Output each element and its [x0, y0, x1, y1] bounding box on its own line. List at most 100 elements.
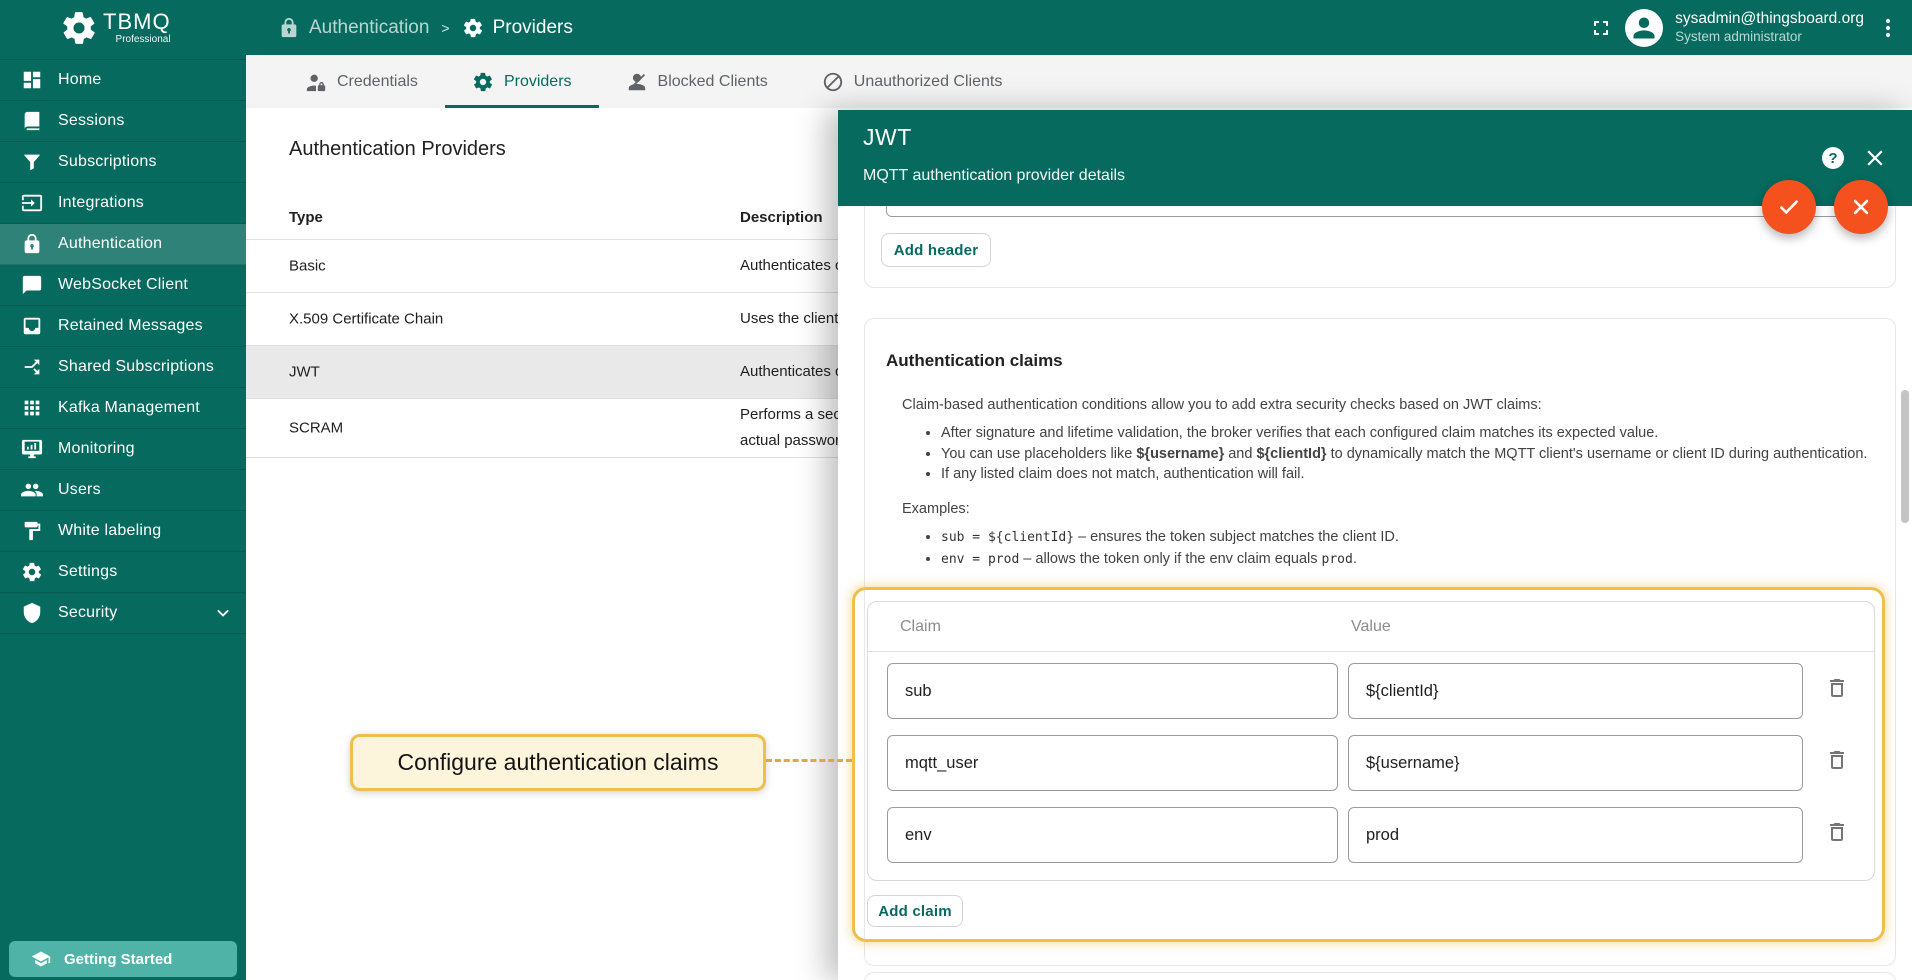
sidebar-item-home[interactable]: Home	[0, 60, 246, 101]
cell-description: Performs a secactual passwor	[740, 402, 841, 454]
user-role: System administrator	[1675, 29, 1864, 46]
trash-icon	[1825, 676, 1849, 700]
chat-icon	[21, 274, 43, 296]
book-icon	[21, 110, 43, 132]
cell-description: Authenticates c	[740, 253, 843, 279]
sidebar-item-security[interactable]: Security	[0, 593, 246, 634]
sidebar-item-label: Kafka Management	[58, 399, 200, 417]
close-drawer-button[interactable]	[1862, 145, 1888, 171]
user-email: sysadmin@thingsboard.org	[1675, 9, 1864, 28]
drawer-subtitle: MQTT authentication provider details	[863, 167, 1125, 185]
help-icon: ?	[1828, 150, 1837, 167]
header-field-partial[interactable]	[886, 206, 1886, 217]
value-input[interactable]	[1348, 735, 1803, 791]
value-input[interactable]	[1348, 807, 1803, 863]
headers-card: Add header	[864, 206, 1896, 288]
tbmq-logo-icon	[60, 9, 98, 47]
add-header-button[interactable]: Add header	[881, 233, 991, 267]
claim-input[interactable]	[887, 663, 1338, 719]
sidebar-item-settings[interactable]: Settings	[0, 552, 246, 593]
claims-section-heading: Authentication claims	[886, 351, 1063, 371]
tab-unauthorized-clients[interactable]: Unauthorized Clients	[795, 55, 1030, 108]
tab-blocked-clients[interactable]: Blocked Clients	[599, 55, 795, 108]
sidebar-item-label: Monitoring	[58, 440, 135, 458]
person-lock-icon	[305, 71, 327, 93]
claims-highlight-ring: Claim Value	[852, 587, 1885, 942]
shield-icon	[21, 602, 43, 624]
claims-bullet: You can use placeholders like ${username…	[941, 444, 1867, 465]
authentication-claims-card: Authentication claims Claim-based authen…	[864, 318, 1896, 966]
discard-changes-button[interactable]	[1834, 180, 1888, 234]
person-icon	[1630, 14, 1658, 42]
more-menu-button[interactable]	[1876, 16, 1900, 40]
cell-description: Uses the client	[740, 306, 838, 332]
sidebar-item-users[interactable]: Users	[0, 470, 246, 511]
gear-icon	[462, 17, 484, 39]
value-input[interactable]	[1348, 663, 1803, 719]
breadcrumb-authentication[interactable]: Authentication	[278, 17, 429, 39]
fullscreen-button[interactable]	[1589, 16, 1613, 40]
breadcrumb-current-label: Providers	[493, 17, 573, 39]
sidebar-item-sessions[interactable]: Sessions	[0, 101, 246, 142]
page-title: Authentication Providers	[289, 138, 506, 161]
claims-bullet-list: After signature and lifetime validation,…	[927, 423, 1867, 485]
avatar[interactable]	[1625, 9, 1663, 47]
tab-label: Credentials	[337, 73, 418, 91]
breadcrumb-providers[interactable]: Providers	[462, 17, 573, 39]
trash-icon	[1825, 748, 1849, 772]
cell-type: SCRAM	[289, 420, 343, 437]
claim-input[interactable]	[887, 807, 1338, 863]
delete-claim-button[interactable]	[1825, 820, 1849, 844]
sidebar-item-integrations[interactable]: Integrations	[0, 183, 246, 224]
lock-icon	[278, 17, 300, 39]
getting-started-label: Getting Started	[64, 951, 172, 968]
sidebar-item-label: White labeling	[58, 522, 161, 540]
sidebar-item-label: Users	[58, 481, 101, 499]
filter-icon	[21, 151, 43, 173]
add-claim-button[interactable]: Add claim	[867, 895, 963, 927]
sidebar-item-websocket-client[interactable]: WebSocket Client	[0, 265, 246, 306]
sidebar-item-shared-subscriptions[interactable]: Shared Subscriptions	[0, 347, 246, 388]
fullscreen-icon	[1589, 16, 1613, 40]
kebab-icon	[1876, 16, 1900, 40]
help-button[interactable]: ?	[1822, 147, 1844, 169]
column-header-description[interactable]: Description	[740, 195, 823, 240]
tab-providers[interactable]: Providers	[445, 55, 599, 108]
claims-bullet: After signature and lifetime validation,…	[941, 423, 1867, 444]
sidebar-item-kafka-management[interactable]: Kafka Management	[0, 388, 246, 429]
sidebar-nav: Home Sessions Subscriptions Integrations	[0, 59, 246, 634]
check-icon	[1776, 194, 1802, 220]
delete-claim-button[interactable]	[1825, 676, 1849, 700]
tab-credentials[interactable]: Credentials	[278, 55, 445, 108]
sidebar-item-white-labeling[interactable]: White labeling	[0, 511, 246, 552]
claim-input[interactable]	[887, 735, 1338, 791]
sidebar: Home Sessions Subscriptions Integrations	[0, 55, 246, 980]
sidebar-item-monitoring[interactable]: Monitoring	[0, 429, 246, 470]
input-icon	[21, 192, 43, 214]
sidebar-item-label: Home	[58, 71, 101, 89]
sidebar-item-subscriptions[interactable]: Subscriptions	[0, 142, 246, 183]
sidebar-item-label: Retained Messages	[58, 317, 203, 335]
apply-changes-button[interactable]	[1762, 180, 1816, 234]
examples-list: sub = ${clientId} – ensures the token su…	[927, 527, 1399, 570]
app-logo[interactable]: TBMQ Professional	[0, 9, 246, 47]
jwt-details-drawer: JWT MQTT authentication provider details…	[838, 110, 1912, 980]
close-icon	[1862, 145, 1888, 171]
claim-row-sub	[868, 652, 1874, 724]
breadcrumb: Authentication > Providers	[278, 17, 573, 39]
examples-label: Examples:	[902, 501, 970, 517]
getting-started-button[interactable]: Getting Started	[9, 941, 237, 977]
logo-subtitle: Professional	[116, 35, 171, 45]
sidebar-item-retained-messages[interactable]: Retained Messages	[0, 306, 246, 347]
drawer-scrollbar-thumb[interactable]	[1901, 390, 1909, 523]
block-icon	[822, 71, 844, 93]
dashboard-icon	[21, 69, 43, 91]
tab-label: Blocked Clients	[658, 73, 768, 91]
sidebar-item-authentication[interactable]: Authentication	[0, 224, 246, 265]
delete-claim-button[interactable]	[1825, 748, 1849, 772]
sidebar-item-label: Settings	[58, 563, 117, 581]
drawer-body: Add header Authentication claims Claim-b…	[838, 206, 1912, 980]
claim-row-env	[868, 796, 1874, 868]
person-block-icon	[626, 71, 648, 93]
column-header-type[interactable]: Type	[289, 195, 323, 240]
